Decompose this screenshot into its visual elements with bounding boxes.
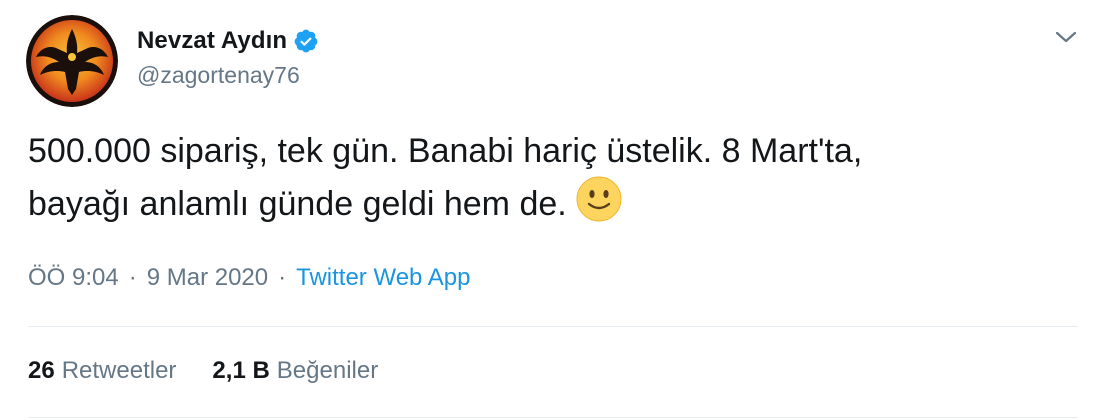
likes-count: 2,1 B	[212, 357, 270, 384]
tweet-card: Nevzat Aydın @zagortenay76 500.000 sipar…	[0, 0, 1108, 420]
retweets-count: 26	[28, 357, 55, 384]
user-handle[interactable]: @zagortenay76	[137, 62, 319, 89]
tweet-author: Nevzat Aydın @zagortenay76	[137, 24, 319, 89]
meta-separator: ·	[128, 264, 137, 291]
verified-badge-icon	[294, 29, 318, 53]
tweet-date[interactable]: 9 Mar 2020	[147, 264, 268, 292]
display-name[interactable]: Nevzat Aydın	[137, 27, 287, 55]
name-row: Nevzat Aydın	[137, 24, 319, 58]
tweet-text-body: 500.000 sipariş, tek gün. Banabi hariç ü…	[28, 132, 863, 223]
tweet-time[interactable]: ÖÖ 9:04	[28, 264, 119, 292]
meta-separator: ·	[278, 264, 287, 291]
phoenix-logo-icon	[26, 15, 118, 107]
chevron-down-icon[interactable]	[1053, 27, 1079, 47]
divider	[28, 326, 1078, 327]
likes-label: Beğeniler	[276, 357, 379, 384]
divider	[28, 417, 1078, 418]
avatar[interactable]	[26, 15, 118, 107]
tweet-text: 500.000 sipariş, tek gün. Banabi hariç ü…	[28, 127, 1078, 228]
tweet-meta: ÖÖ 9:04 · 9 Mar 2020 · Twitter Web App	[28, 264, 470, 292]
retweets-label: Retweetler	[61, 357, 177, 384]
tweet-stats: 26 Retweetler 2,1 B Beğeniler	[28, 357, 378, 385]
retweets-stat[interactable]: 26 Retweetler	[28, 357, 176, 385]
slightly-smiling-face-icon	[576, 176, 622, 222]
tweet-source-link[interactable]: Twitter Web App	[296, 264, 470, 292]
likes-stat[interactable]: 2,1 B Beğeniler	[212, 357, 378, 385]
